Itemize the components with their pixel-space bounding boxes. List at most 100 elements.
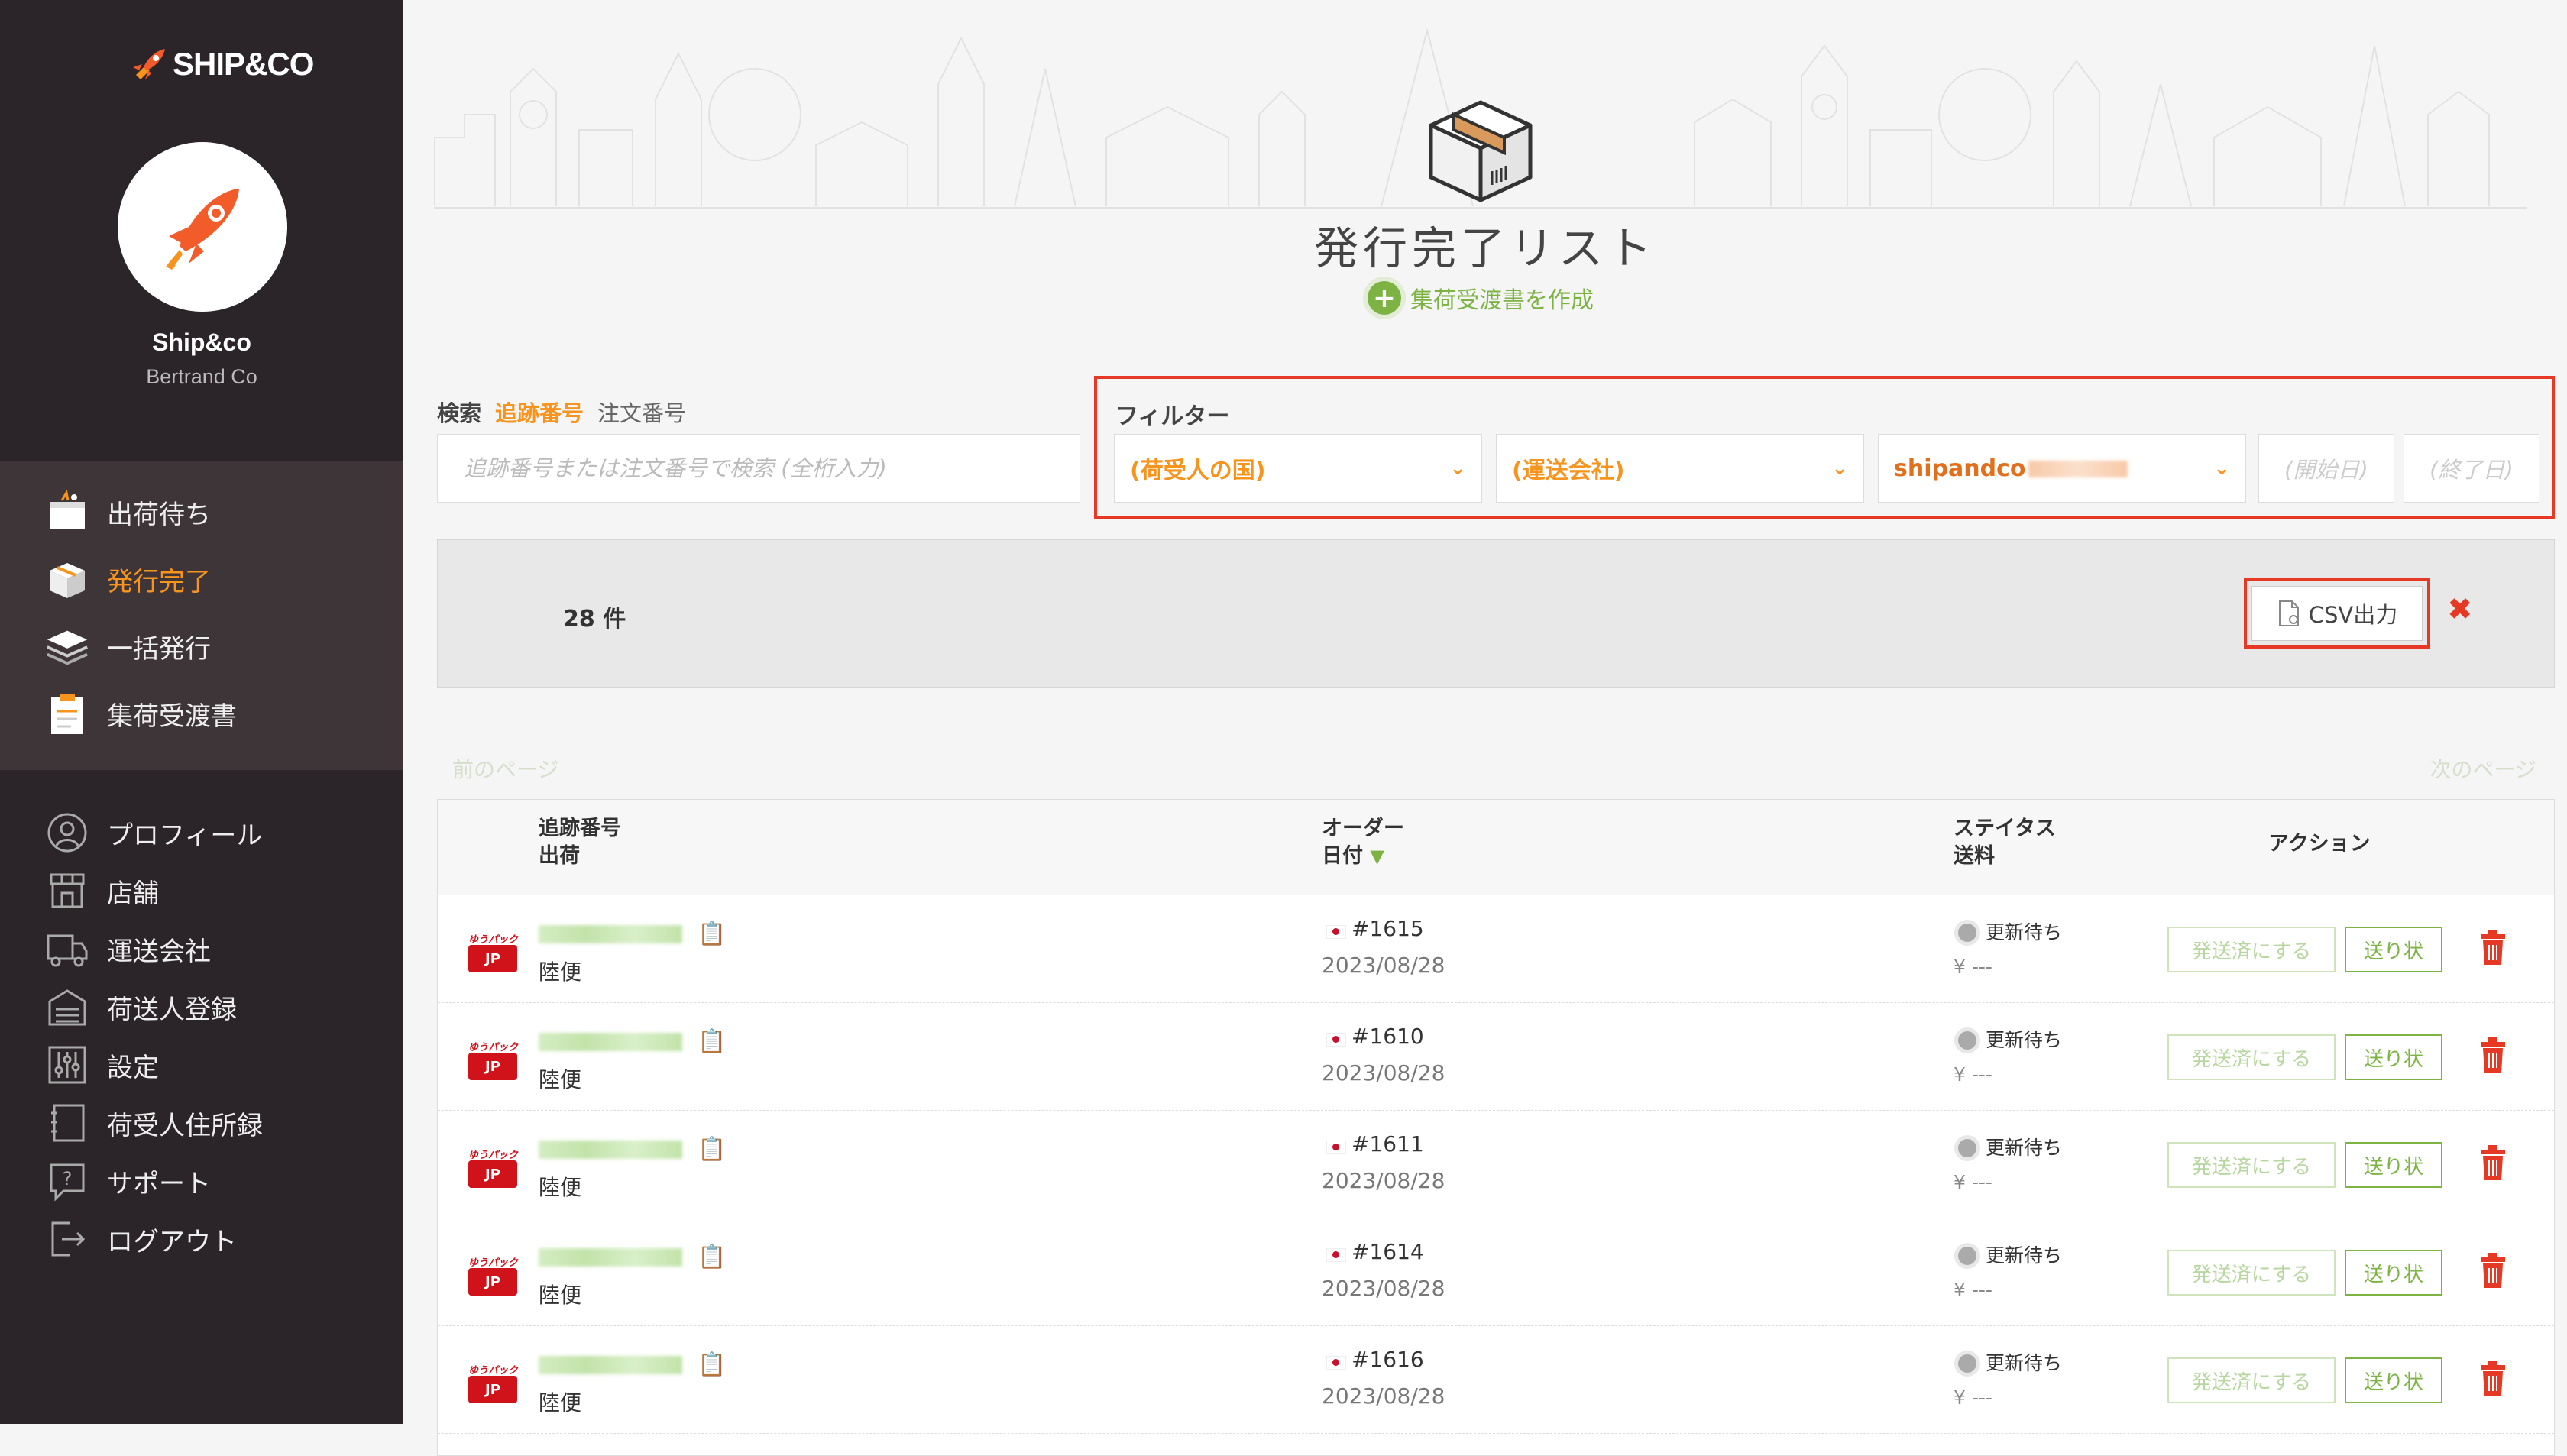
mark-sent-button[interactable]: 発送済にする	[2167, 1142, 2336, 1188]
japan-post-logo-icon: ゆうパック JP	[468, 1254, 519, 1297]
copy-icon[interactable]: 📋	[698, 1028, 726, 1055]
sort-desc-icon[interactable]: ▼	[1370, 846, 1384, 867]
mark-sent-button[interactable]: 発送済にする	[2167, 1034, 2336, 1080]
order-number[interactable]: #1616	[1351, 1347, 1424, 1372]
th-order[interactable]: オーダー 日付 ▼	[1322, 815, 1404, 870]
mark-sent-button[interactable]: 発送済にする	[2167, 1250, 2336, 1296]
csv-export-highlight: CSV出力	[2244, 578, 2430, 649]
shipping-method: 陸便	[539, 1067, 582, 1092]
next-page-link[interactable]: 次のページ	[2430, 753, 2536, 784]
chevron-down-icon: ⌄	[1831, 457, 1848, 480]
status-dot-icon	[1958, 1031, 1976, 1050]
logo-text: SHIP&CO	[173, 46, 314, 82]
avatar[interactable]	[118, 142, 287, 312]
nav-section-shipments: 出荷待ち 発行完了 一括発行 集荷受渡書	[0, 461, 403, 770]
th-order-date: 日付	[1322, 844, 1363, 868]
order-number[interactable]: #1615	[1351, 916, 1424, 941]
nav-item-carrier[interactable]: 運送会社	[44, 926, 211, 972]
nav-item-shipper[interactable]: 荷送人登録	[44, 984, 237, 1030]
clipboard-icon	[44, 691, 90, 736]
order-date: 2023/08/28	[1322, 1276, 1445, 1301]
order-date: 2023/08/28	[1322, 1168, 1445, 1193]
nav-item-label: ログアウト	[107, 1226, 237, 1257]
nav-item-label: 設定	[107, 1052, 159, 1083]
th-tracking[interactable]: 追跡番号 出荷	[539, 815, 621, 870]
shipping-label-button[interactable]: 送り状	[2345, 1034, 2442, 1080]
create-link-label: 集荷受渡書を作成	[1410, 287, 1594, 314]
nav-item-batch[interactable]: 一括発行	[44, 623, 211, 669]
trash-icon[interactable]	[2478, 928, 2508, 968]
carrier-select[interactable]: (運送会社) ⌄	[1496, 434, 1864, 503]
shipping-fee: ¥ ---	[1954, 1063, 1992, 1086]
nav-item-issued[interactable]: 発行完了	[44, 556, 211, 602]
nav-item-profile[interactable]: プロフィール	[44, 810, 262, 856]
japan-post-logo-icon: ゆうパック JP	[468, 1147, 519, 1189]
order-number[interactable]: #1614	[1351, 1239, 1424, 1264]
mark-sent-button[interactable]: 発送済にする	[2167, 1357, 2336, 1403]
shipping-label-button[interactable]: 送り状	[2345, 927, 2442, 972]
trash-icon[interactable]	[2478, 1036, 2508, 1076]
search-tab-tracking[interactable]: 追跡番号	[495, 396, 584, 428]
copy-icon[interactable]: 📋	[698, 1351, 726, 1378]
shipments-table: 追跡番号 出荷 オーダー 日付 ▼ ステイタス 送料 アクション ゆうパック JP…	[437, 799, 2555, 1456]
redacted-shop-name	[2028, 461, 2128, 477]
th-status[interactable]: ステイタス 送料	[1954, 815, 2056, 870]
mark-sent-button[interactable]: 発送済にする	[2167, 927, 2336, 972]
box-open-icon	[44, 556, 90, 602]
order-date: 2023/08/28	[1322, 1383, 1445, 1409]
copy-icon[interactable]: 📋	[698, 921, 726, 947]
japan-flag-icon	[1326, 1356, 1346, 1370]
prev-page-link[interactable]: 前のページ	[452, 753, 558, 784]
shop-select-value-wrap: shipandco	[1894, 455, 2128, 482]
table-row: ゆうパック JP 📋 陸便 #1610 2023/08/28 更新待ち ¥ ---…	[438, 1002, 2554, 1111]
start-date-input[interactable]: (開始日)	[2258, 434, 2394, 503]
th-action: アクション	[2268, 832, 2371, 856]
rocket-logo-icon	[133, 49, 165, 79]
nav-item-pickup-receipt[interactable]: 集荷受渡書	[44, 691, 237, 736]
filter-title: フィルター	[1115, 403, 1230, 430]
nav-item-pending[interactable]: 出荷待ち	[44, 489, 211, 535]
order-number[interactable]: #1611	[1351, 1131, 1424, 1157]
table-row: ゆうパック JP 📋 陸便 #1611 2023/08/28 更新待ち ¥ ---…	[438, 1110, 2554, 1218]
status-text: 更新待ち	[1986, 921, 2063, 943]
nav-item-address-book[interactable]: 荷受人住所録	[44, 1100, 263, 1146]
filter-panel: フィルター (荷受人の国) ⌄ (運送会社) ⌄ shipandco ⌄ (開始…	[1094, 376, 2555, 519]
table-header: 追跡番号 出荷 オーダー 日付 ▼ ステイタス 送料 アクション	[438, 800, 2554, 895]
warehouse-icon	[44, 984, 90, 1030]
csv-export-button[interactable]: CSV出力	[2251, 586, 2423, 641]
shipping-fee: ¥ ---	[1954, 1279, 1992, 1301]
copy-icon[interactable]: 📋	[698, 1136, 726, 1163]
shipping-label-button[interactable]: 送り状	[2345, 1250, 2442, 1296]
order-number[interactable]: #1610	[1351, 1024, 1424, 1049]
nav-item-logout[interactable]: ログアウト	[44, 1216, 237, 1262]
copy-icon[interactable]: 📋	[698, 1244, 726, 1270]
search-tab-order[interactable]: 注文番号	[597, 396, 686, 428]
country-select[interactable]: (荷受人の国) ⌄	[1114, 434, 1482, 503]
end-date-input[interactable]: (終了日)	[2404, 434, 2539, 503]
csv-export-label: CSV出力	[2308, 602, 2398, 628]
shipping-label-button[interactable]: 送り状	[2345, 1142, 2442, 1188]
shipping-label-button[interactable]: 送り状	[2345, 1357, 2442, 1403]
package-pending-icon	[44, 489, 90, 535]
status-dot-icon	[1958, 924, 1976, 942]
shop-select[interactable]: shipandco ⌄	[1878, 434, 2246, 503]
search-input[interactable]	[437, 434, 1080, 503]
nav-item-settings[interactable]: 設定	[44, 1042, 159, 1088]
trash-icon[interactable]	[2478, 1251, 2508, 1291]
nav-item-support[interactable]: ? サポート	[44, 1158, 211, 1204]
nav-item-label: 発行完了	[107, 566, 211, 597]
create-pickup-receipt-link[interactable]: + 集荷受渡書を作成	[1368, 281, 1594, 315]
nav-item-label: 店舗	[107, 878, 159, 909]
app-logo[interactable]: SHIP&CO	[128, 44, 314, 84]
trash-icon[interactable]	[2478, 1359, 2508, 1399]
th-tracking-line2: 出荷	[539, 844, 580, 868]
th-order-line1: オーダー	[1322, 817, 1404, 840]
stack-icon	[44, 623, 90, 669]
truck-icon	[44, 926, 90, 972]
store-icon	[44, 868, 90, 914]
japan-post-logo-icon: ゆうパック JP	[468, 931, 519, 974]
trash-icon[interactable]	[2478, 1144, 2508, 1183]
japan-flag-icon	[1326, 1248, 1346, 1262]
clear-filters-icon[interactable]: ✖	[2447, 592, 2473, 627]
nav-item-store[interactable]: 店舗	[44, 868, 159, 914]
